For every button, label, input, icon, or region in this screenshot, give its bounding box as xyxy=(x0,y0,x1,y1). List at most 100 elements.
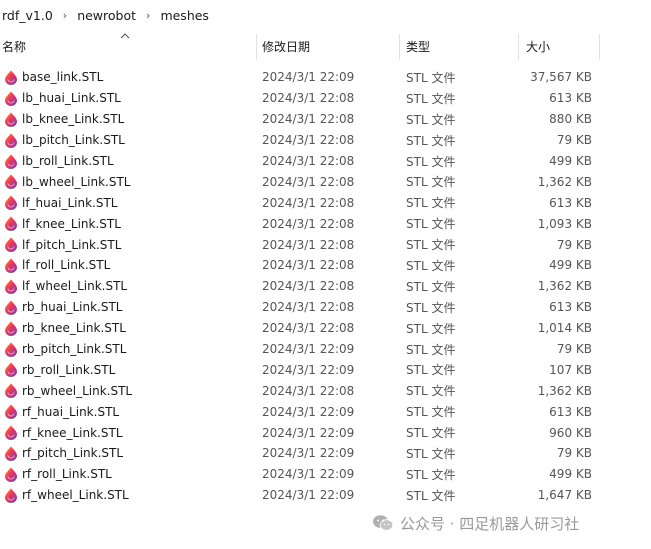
file-row[interactable]: lb_wheel_Link.STL 2024/3/1 22:08 STL 文件 1,3… xyxy=(0,171,651,192)
file-date: 2024/3/1 22:08 xyxy=(262,174,355,189)
file-size: 37,567 KB xyxy=(530,70,592,85)
file-size: 107 KB xyxy=(549,362,592,377)
file-row[interactable]: rb_knee_Link.STL 2024/3/1 22:08 STL 文件 1,01… xyxy=(0,318,651,339)
chevron-right-icon[interactable]: › xyxy=(140,9,156,22)
stl-file-icon xyxy=(5,258,17,274)
file-row[interactable]: base_link.STL 2024/3/1 22:09 STL 文件 37,567 … xyxy=(0,67,651,88)
file-size: 499 KB xyxy=(549,154,592,168)
stl-file-icon xyxy=(5,446,17,462)
file-size: 1,362 KB xyxy=(537,174,592,189)
file-name: rf_huai_Link.STL xyxy=(22,404,120,419)
file-name: lb_huai_Link.STL xyxy=(22,91,121,106)
file-type: STL 文件 xyxy=(406,426,456,441)
file-row[interactable]: rf_roll_Link.STL 2024/3/1 22:09 STL 文件 499 … xyxy=(0,464,651,485)
file-type: STL 文件 xyxy=(406,488,456,503)
file-name: rf_knee_Link.STL xyxy=(22,425,123,440)
file-type: STL 文件 xyxy=(406,258,456,273)
file-row[interactable]: lb_knee_Link.STL 2024/3/1 22:08 STL 文件 880 … xyxy=(0,109,651,130)
file-name: rf_pitch_Link.STL xyxy=(22,446,124,461)
column-divider[interactable] xyxy=(256,34,257,60)
file-date: 2024/3/1 22:08 xyxy=(262,112,355,127)
file-row[interactable]: lf_knee_Link.STL 2024/3/1 22:08 STL 文件 1,09… xyxy=(0,213,651,234)
file-type: STL 文件 xyxy=(406,467,456,482)
stl-file-icon xyxy=(5,488,17,503)
file-row[interactable]: lb_roll_Link.STL 2024/3/1 22:08 STL 文件 499 … xyxy=(0,151,651,172)
file-size: 499 KB xyxy=(549,467,592,482)
file-type: STL 文件 xyxy=(406,384,456,399)
column-header-date[interactable]: 修改日期 xyxy=(262,30,310,64)
breadcrumb-item[interactable]: newrobot xyxy=(73,8,140,23)
file-type: STL 文件 xyxy=(406,363,456,378)
file-size: 1,647 KB xyxy=(537,488,592,503)
file-type: STL 文件 xyxy=(406,446,456,461)
file-type: STL 文件 xyxy=(406,321,456,336)
stl-file-icon xyxy=(5,342,17,357)
file-type: STL 文件 xyxy=(406,70,456,85)
sort-ascending-icon xyxy=(120,33,130,39)
file-type: STL 文件 xyxy=(406,238,456,253)
breadcrumb: rdf_v1.0 › newrobot › meshes xyxy=(0,0,651,31)
file-name: rb_huai_Link.STL xyxy=(22,300,123,315)
file-name: rb_pitch_Link.STL xyxy=(22,342,127,357)
column-divider[interactable] xyxy=(518,34,519,60)
file-size: 499 KB xyxy=(549,258,592,273)
file-row[interactable]: rf_knee_Link.STL 2024/3/1 22:09 STL 文件 960 … xyxy=(0,422,651,443)
stl-file-icon xyxy=(5,404,17,420)
stl-file-icon xyxy=(5,321,17,336)
column-divider[interactable] xyxy=(399,34,400,60)
file-name: rb_knee_Link.STL xyxy=(22,321,126,336)
file-row[interactable]: rf_pitch_Link.STL 2024/3/1 22:09 STL 文件 79 … xyxy=(0,443,651,464)
file-date: 2024/3/1 22:08 xyxy=(262,216,355,231)
file-date: 2024/3/1 22:09 xyxy=(262,70,355,85)
file-name: lf_pitch_Link.STL xyxy=(22,237,122,252)
file-type: STL 文件 xyxy=(406,91,456,106)
file-row[interactable]: lf_roll_Link.STL 2024/3/1 22:08 STL 文件 499 … xyxy=(0,255,651,276)
column-header-type[interactable]: 类型 xyxy=(406,30,430,64)
stl-file-icon xyxy=(5,70,17,85)
file-row[interactable]: lb_huai_Link.STL 2024/3/1 22:08 STL 文件 613 … xyxy=(0,88,651,109)
file-date: 2024/3/1 22:08 xyxy=(262,300,355,315)
column-header-row: 名称 修改日期 类型 大小 xyxy=(0,30,651,64)
file-size: 613 KB xyxy=(549,195,592,210)
file-row[interactable]: rb_huai_Link.STL 2024/3/1 22:08 STL 文件 613 … xyxy=(0,297,651,318)
file-type: STL 文件 xyxy=(406,405,456,420)
file-type: STL 文件 xyxy=(406,196,456,211)
file-type: STL 文件 xyxy=(406,175,456,190)
file-name: lb_wheel_Link.STL xyxy=(22,174,131,189)
column-header-name[interactable]: 名称 xyxy=(2,30,26,64)
column-divider[interactable] xyxy=(599,34,600,60)
file-size: 79 KB xyxy=(556,237,592,252)
file-date: 2024/3/1 22:08 xyxy=(262,321,355,336)
breadcrumb-item[interactable]: rdf_v1.0 xyxy=(0,8,57,23)
column-header-size[interactable]: 大小 xyxy=(526,30,550,64)
file-row[interactable]: rf_huai_Link.STL 2024/3/1 22:09 STL 文件 613 … xyxy=(0,401,651,422)
breadcrumb-item[interactable]: meshes xyxy=(156,8,213,23)
file-date: 2024/3/1 22:08 xyxy=(262,154,355,168)
file-date: 2024/3/1 22:09 xyxy=(262,467,355,482)
stl-file-icon xyxy=(5,195,17,211)
file-size: 880 KB xyxy=(549,112,592,127)
file-row[interactable]: lf_wheel_Link.STL 2024/3/1 22:08 STL 文件 1,3… xyxy=(0,276,651,297)
file-row[interactable]: rb_roll_Link.STL 2024/3/1 22:09 STL 文件 107 … xyxy=(0,359,651,380)
file-name: base_link.STL xyxy=(22,70,104,85)
file-size: 79 KB xyxy=(556,133,592,148)
file-type: STL 文件 xyxy=(406,279,456,294)
stl-file-icon xyxy=(5,91,17,106)
file-row[interactable]: lf_pitch_Link.STL 2024/3/1 22:08 STL 文件 79 … xyxy=(0,234,651,255)
file-size: 613 KB xyxy=(549,300,592,315)
file-date: 2024/3/1 22:08 xyxy=(262,133,355,148)
file-size: 960 KB xyxy=(549,425,592,440)
file-row[interactable]: lb_pitch_Link.STL 2024/3/1 22:08 STL 文件 79 … xyxy=(0,130,651,151)
file-type: STL 文件 xyxy=(406,112,456,127)
file-row[interactable]: lf_huai_Link.STL 2024/3/1 22:08 STL 文件 613 … xyxy=(0,192,651,213)
file-row[interactable]: rf_wheel_Link.STL 2024/3/1 22:09 STL 文件 1,6… xyxy=(0,485,651,506)
chevron-right-icon[interactable]: › xyxy=(57,9,73,22)
file-name: lf_knee_Link.STL xyxy=(22,216,121,231)
file-type: STL 文件 xyxy=(406,342,456,357)
file-type: STL 文件 xyxy=(406,300,456,315)
file-date: 2024/3/1 22:09 xyxy=(262,488,355,503)
file-name: lf_roll_Link.STL xyxy=(22,258,111,273)
file-date: 2024/3/1 22:09 xyxy=(262,425,355,440)
file-row[interactable]: rb_pitch_Link.STL 2024/3/1 22:09 STL 文件 79 … xyxy=(0,339,651,360)
file-row[interactable]: rb_wheel_Link.STL 2024/3/1 22:08 STL 文件 1,3… xyxy=(0,380,651,401)
